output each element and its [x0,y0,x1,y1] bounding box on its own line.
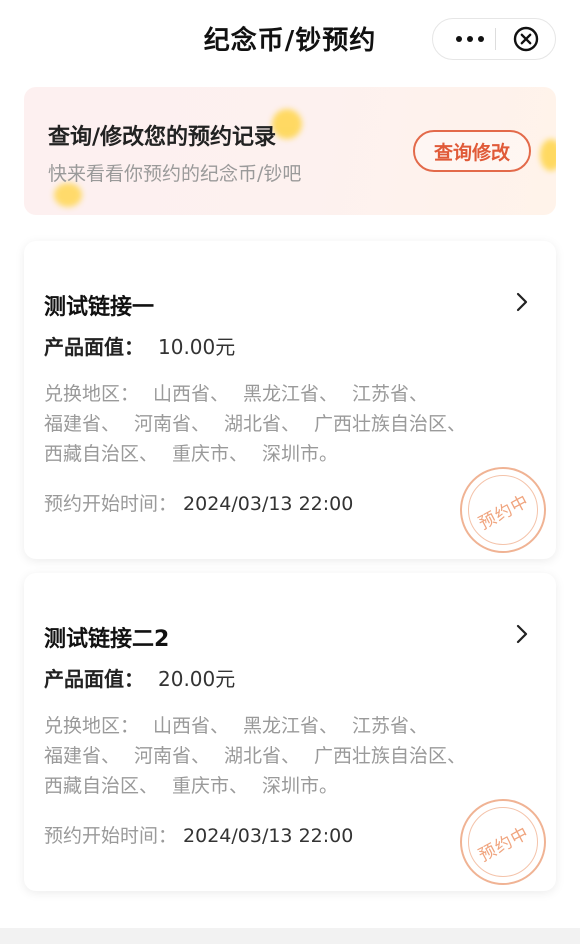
status-stamp: 预约中 [460,799,546,885]
start-time-value: 2024/03/13 22:00 [183,825,354,847]
region-item: 福建省、 [44,745,121,767]
region-label: 兑换地区： [44,383,140,405]
region-item: 重庆市、 [172,775,249,797]
region-list: 兑换地区： 山西省、 黑龙江省、 江苏省、福建省、 河南省、 湖北省、 广西壮族自治区、西藏… [44,711,524,801]
decor-coin-2 [54,183,82,207]
face-value: 产品面值： 20.00元 [44,663,235,692]
region-item: 河南省、 [134,745,211,767]
status-stamp-text: 预约中 [475,490,533,534]
status-stamp-text: 预约中 [475,822,533,866]
region-item: 江苏省、 [352,383,429,405]
capsule-divider [495,28,496,50]
start-time-label: 预约开始时间： [44,493,178,515]
more-dots-icon[interactable] [445,19,495,59]
query-banner[interactable]: 查询/修改您的预约记录 快来看看你预约的纪念币/钞吧 查询修改 [24,87,556,215]
close-circle-icon[interactable] [513,26,539,52]
start-time: 预约开始时间： 2024/03/13 22:00 [44,821,353,848]
region-item: 湖北省、 [224,745,301,767]
nav-header: 纪念币/钞预约 [0,0,580,78]
region-label: 兑换地区： [44,715,140,737]
region-item: 深圳市。 [262,775,339,797]
chevron-right-icon[interactable] [514,291,530,313]
region-item: 福建省、 [44,413,121,435]
region-item: 黑龙江省、 [243,383,339,405]
decor-coin-3 [540,139,556,171]
decor-coin-1 [272,109,302,139]
banner-title: 查询/修改您的预约记录 [48,125,277,150]
face-value-label: 产品面值： [44,667,144,691]
region-item: 西藏自治区、 [44,443,159,465]
region-item: 山西省、 [153,715,230,737]
face-value-label: 产品面值： [44,335,144,359]
card-title: 测试链接二2 [44,627,170,652]
region-item: 深圳市。 [262,443,339,465]
start-time-label: 预约开始时间： [44,825,178,847]
region-item: 广西壮族自治区、 [314,413,467,435]
region-item: 河南省、 [134,413,211,435]
status-stamp: 预约中 [460,467,546,553]
region-item: 西藏自治区、 [44,775,159,797]
region-item: 黑龙江省、 [243,715,339,737]
region-item: 广西壮族自治区、 [314,745,467,767]
region-item: 山西省、 [153,383,230,405]
region-item: 重庆市、 [172,443,249,465]
start-time: 预约开始时间： 2024/03/13 22:00 [44,489,353,516]
card-title: 测试链接一 [44,295,155,320]
face-value: 产品面值： 10.00元 [44,331,235,360]
chevron-right-icon[interactable] [514,623,530,645]
status-stamp-ring: 预约中 [468,807,538,877]
status-stamp-ring: 预约中 [468,475,538,545]
reservation-card[interactable]: 测试链接二2 产品面值： 20.00元 兑换地区： 山西省、 黑龙江省、 江苏省、福建省… [24,573,556,891]
start-time-value: 2024/03/13 22:00 [183,493,354,515]
mini-program-capsule [432,18,556,60]
face-value-amount: 20.00元 [158,667,236,691]
reservation-card[interactable]: 测试链接一 产品面值： 10.00元 兑换地区： 山西省、 黑龙江省、 江苏省、福建省、… [24,241,556,559]
region-item: 湖北省、 [224,413,301,435]
region-list: 兑换地区： 山西省、 黑龙江省、 江苏省、福建省、 河南省、 湖北省、 广西壮族自治区、西藏… [44,379,524,469]
region-item: 江苏省、 [352,715,429,737]
query-modify-button[interactable]: 查询修改 [413,130,531,172]
face-value-amount: 10.00元 [158,335,236,359]
banner-subtitle: 快来看看你预约的纪念币/钞吧 [48,163,302,185]
bottom-strip [0,928,580,944]
main-content: 查询/修改您的预约记录 快来看看你预约的纪念币/钞吧 查询修改 测试链接一 产品… [0,78,580,944]
